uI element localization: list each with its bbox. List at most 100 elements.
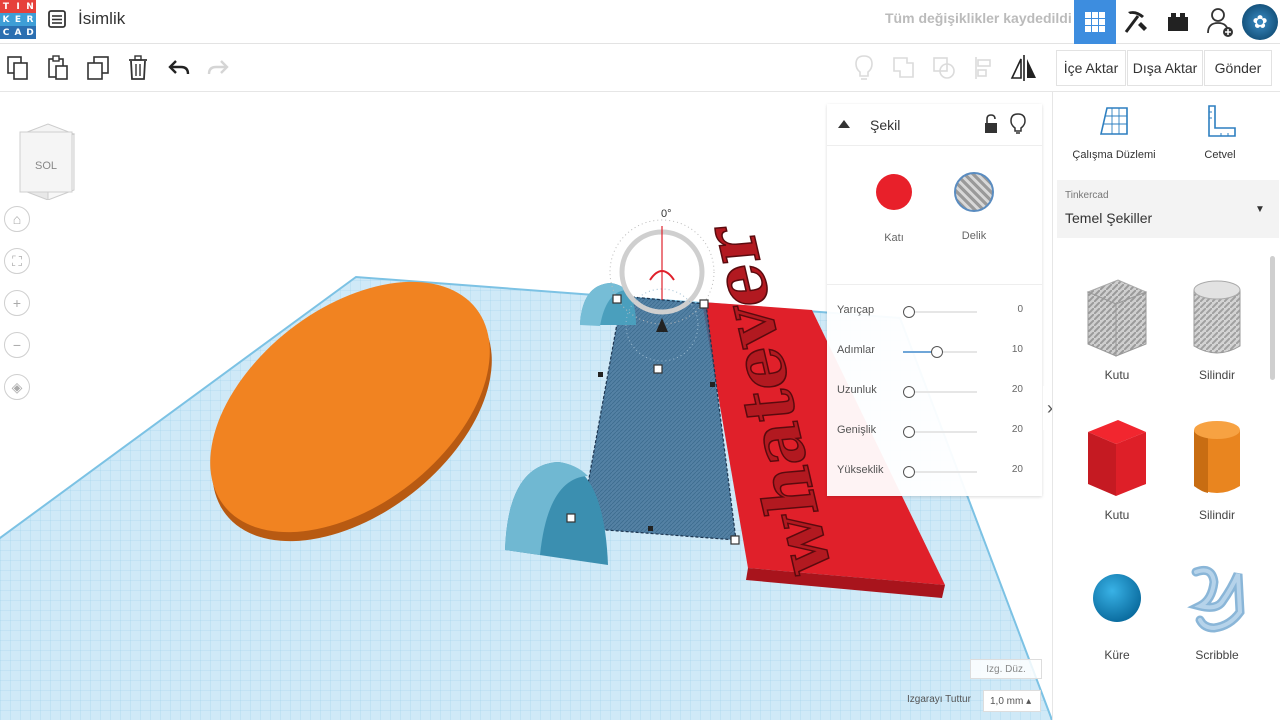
home-view-button[interactable]: ⌂ [4, 206, 30, 232]
resize-handle[interactable] [730, 535, 740, 545]
import-button[interactable]: İçe Aktar [1056, 50, 1126, 86]
duplicate-button[interactable] [82, 52, 114, 84]
hole-mode-button[interactable]: Delik [944, 172, 1004, 242]
lightbulb-icon[interactable] [1010, 113, 1026, 135]
prop-value[interactable]: 20 [1012, 464, 1023, 475]
logo-letter: A [12, 26, 24, 39]
shapes-scrollbar[interactable] [1270, 256, 1275, 380]
steps-slider[interactable] [931, 346, 943, 358]
ruler-tool-button[interactable]: Cetvel [1165, 104, 1275, 161]
shape-box-hole[interactable]: Kutu [1067, 272, 1167, 402]
prop-steps: Adımlar 10 [837, 342, 1037, 362]
ruler-icon [1208, 105, 1236, 137]
redo-button[interactable] [202, 52, 234, 84]
mirror-icon [1010, 55, 1036, 81]
paste-icon [48, 55, 68, 80]
workplane-icon [1099, 107, 1128, 135]
add-collaborator-button[interactable] [1199, 0, 1241, 44]
edge-handle[interactable] [710, 382, 715, 387]
shape-library-select[interactable]: Tinkercad Temel Şekiller ▼ [1057, 180, 1279, 238]
design-title[interactable]: İsimlik [78, 9, 125, 29]
tinkercad-logo[interactable]: T I N K E R C A D [0, 0, 36, 40]
zoom-out-button[interactable]: − [4, 332, 30, 358]
prop-value[interactable]: 20 [1012, 384, 1023, 395]
fit-icon: ⛶ [12, 252, 22, 269]
show-all-button[interactable] [848, 52, 880, 84]
snap-grid-label: Izgarayı Tuttur [907, 694, 971, 705]
export-button[interactable]: Dışa Aktar [1127, 50, 1203, 86]
shape-label: Scribble [1195, 648, 1239, 662]
resize-handle[interactable] [699, 299, 709, 309]
shape-sphere[interactable]: Küre [1067, 552, 1167, 682]
zoom-in-button[interactable]: + [4, 290, 30, 316]
collapse-icon[interactable] [837, 117, 851, 131]
shapes-panel: Çalışma Düzlemi Cetvel Tinkercad Temel Ş… [1052, 92, 1280, 720]
blocks-view-button[interactable] [1157, 0, 1199, 44]
prop-value[interactable]: 20 [1012, 424, 1023, 435]
align-button[interactable] [968, 52, 1000, 84]
ungroup-icon [933, 57, 955, 79]
shape-cylinder-hole[interactable]: Silindir [1167, 272, 1267, 402]
trash-icon [129, 55, 147, 80]
plus-icon: + [12, 295, 22, 311]
send-to-button[interactable]: Gönder [1204, 50, 1272, 86]
shape-label: Küre [1104, 648, 1130, 662]
delete-button[interactable] [122, 52, 154, 84]
undo-icon [168, 60, 190, 75]
minus-icon: − [12, 337, 22, 353]
fit-view-button[interactable]: ⛶ [4, 248, 30, 274]
workplane-label: Çalışma Düzlemi [1072, 149, 1156, 161]
length-slider[interactable] [903, 386, 915, 398]
prop-label: Adımlar [837, 344, 875, 356]
hole-label: Delik [961, 230, 987, 242]
view-cube[interactable]: SOL [18, 120, 78, 201]
group-button[interactable] [888, 52, 920, 84]
logo-letter: I [12, 0, 24, 13]
resize-handle[interactable] [566, 513, 576, 523]
resize-handle[interactable] [653, 364, 663, 374]
logo-letter: C [0, 26, 12, 39]
lock-icon[interactable] [983, 114, 999, 134]
radius-slider[interactable] [903, 306, 915, 318]
edit-toolbar: İçe Aktar Dışa Aktar Gönder [0, 44, 1280, 92]
user-avatar-button[interactable]: ✿ [1240, 0, 1280, 44]
3d-design-view-button[interactable] [1074, 0, 1116, 44]
copy-button[interactable] [2, 52, 34, 84]
blocks-icon [1168, 13, 1188, 31]
shape-cylinder[interactable]: Silindir [1167, 412, 1267, 542]
edge-handle[interactable] [598, 372, 603, 377]
undo-button[interactable] [163, 52, 195, 84]
height-slider[interactable] [903, 466, 915, 478]
snap-grid-select[interactable]: 1,0 mm ▴ [983, 690, 1041, 712]
avatar: ✿ [1242, 4, 1278, 40]
rotation-angle-label: 0° [661, 208, 672, 220]
solid-mode-button[interactable]: Katı [864, 174, 924, 244]
hole-swatch [954, 172, 994, 212]
shape-scribble[interactable]: Scribble [1167, 552, 1267, 682]
build-view-button[interactable] [1115, 0, 1157, 44]
width-slider[interactable] [903, 426, 915, 438]
shape-box[interactable]: Kutu [1067, 412, 1167, 542]
logo-letter: R [24, 13, 36, 26]
design-menu-icon[interactable] [47, 9, 67, 29]
inspector-title: Şekil [870, 117, 901, 133]
mirror-button[interactable] [1008, 52, 1040, 84]
ungroup-button[interactable] [928, 52, 960, 84]
solid-label: Katı [884, 232, 904, 244]
edit-grid-button[interactable]: Izg. Düz. [970, 659, 1042, 679]
redo-icon [207, 60, 229, 75]
view-cube-face-label: SOL [35, 160, 58, 172]
logo-letter: D [24, 26, 36, 39]
prop-value[interactable]: 10 [1012, 344, 1023, 355]
duplicate-icon [87, 56, 109, 80]
prop-length: Uzunluk 20 [837, 382, 1037, 402]
pickaxe-icon [1124, 11, 1147, 33]
workplane-tool-button[interactable]: Çalışma Düzlemi [1059, 104, 1169, 161]
paste-button[interactable] [42, 52, 74, 84]
prop-value[interactable]: 0 [1017, 304, 1023, 315]
cylinder-icon [1194, 421, 1240, 493]
perspective-button[interactable]: ◈ [4, 374, 30, 400]
library-name: Temel Şekiller [1065, 210, 1153, 226]
resize-handle[interactable] [612, 294, 622, 304]
edge-handle[interactable] [648, 526, 653, 531]
